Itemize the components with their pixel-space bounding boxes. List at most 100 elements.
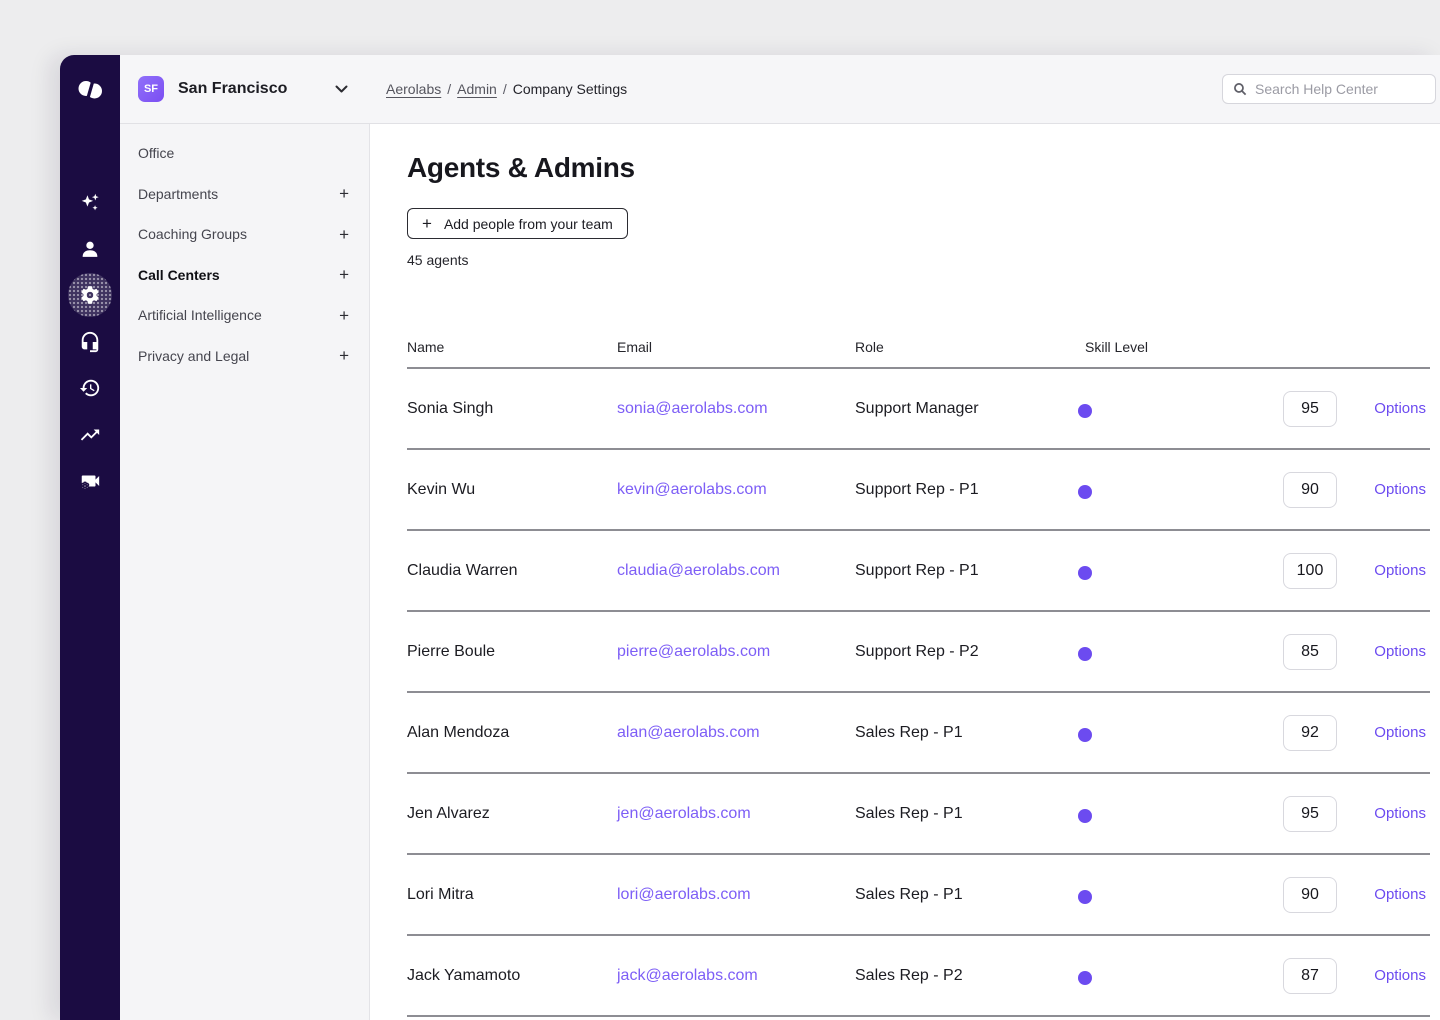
sparkles-icon — [79, 191, 101, 213]
skill-value-field[interactable]: 95 — [1283, 391, 1337, 427]
help-search-box[interactable] — [1222, 74, 1436, 104]
agent-role: Sales Rep - P2 — [855, 967, 1085, 985]
agent-name: Jack Yamamoto — [407, 967, 617, 985]
sidebar-item-call-centers[interactable]: Call Centers + — [120, 255, 369, 296]
skill-value-field[interactable]: 90 — [1283, 877, 1337, 913]
sidebar-item-label: Artificial Intelligence — [138, 307, 262, 323]
column-header-email: Email — [617, 339, 855, 355]
skill-value-field[interactable]: 92 — [1283, 715, 1337, 751]
sidebar-item-artificial-intelligence[interactable]: Artificial Intelligence + — [120, 295, 369, 336]
slider-thumb[interactable] — [1078, 566, 1092, 580]
agent-name: Lori Mitra — [407, 886, 617, 904]
agent-email-link[interactable]: sonia@aerolabs.com — [617, 400, 855, 418]
options-link[interactable]: Options — [1374, 886, 1426, 903]
icon-rail — [60, 55, 120, 1020]
rail-item-history[interactable] — [60, 365, 120, 412]
rail-item-ai[interactable] — [60, 179, 120, 226]
agent-email-link[interactable]: pierre@aerolabs.com — [617, 643, 855, 661]
rail-item-meetings[interactable] — [60, 458, 120, 505]
sidebar-item-privacy-and-legal[interactable]: Privacy and Legal + — [120, 336, 369, 377]
column-header-role: Role — [855, 339, 1085, 355]
expand-plus-icon[interactable]: + — [339, 226, 349, 243]
slider-thumb[interactable] — [1078, 404, 1092, 418]
skill-value-field[interactable]: 85 — [1283, 634, 1337, 670]
agent-role: Sales Rep - P1 — [855, 886, 1085, 904]
slider-thumb[interactable] — [1078, 809, 1092, 823]
breadcrumb-separator: / — [447, 81, 451, 97]
breadcrumb-current: Company Settings — [513, 81, 627, 97]
gear-icon — [79, 284, 101, 306]
expand-plus-icon[interactable]: + — [339, 347, 349, 364]
skill-value-field[interactable]: 87 — [1283, 958, 1337, 994]
agent-name: Jen Alvarez — [407, 805, 617, 823]
skill-value-field[interactable]: 90 — [1283, 472, 1337, 508]
agent-table-row: Sonia Singh sonia@aerolabs.com Support M… — [407, 369, 1430, 450]
page-title: Agents & Admins — [407, 152, 1430, 184]
table-header-row: Name Email Role Skill Level — [407, 327, 1430, 369]
help-search-input[interactable] — [1255, 81, 1436, 97]
skill-value-field[interactable]: 100 — [1283, 553, 1337, 589]
agent-email-link[interactable]: alan@aerolabs.com — [617, 724, 855, 742]
chevron-down-icon — [335, 85, 348, 94]
sidebar-item-coaching-groups[interactable]: Coaching Groups + — [120, 214, 369, 255]
plus-icon: + — [422, 215, 432, 232]
agent-table-row: Alan Mendoza alan@aerolabs.com Sales Rep… — [407, 693, 1430, 774]
dialpad-logo-icon — [74, 77, 106, 103]
slider-thumb[interactable] — [1078, 728, 1092, 742]
breadcrumb-link-aerolabs[interactable]: Aerolabs — [386, 81, 441, 97]
slider-thumb[interactable] — [1078, 485, 1092, 499]
options-link[interactable]: Options — [1374, 643, 1426, 660]
slider-thumb[interactable] — [1078, 647, 1092, 661]
rail-item-support[interactable] — [60, 319, 120, 366]
agent-name: Claudia Warren — [407, 562, 617, 580]
options-link[interactable]: Options — [1374, 562, 1426, 579]
agent-name: Alan Mendoza — [407, 724, 617, 742]
agent-email-link[interactable]: kevin@aerolabs.com — [617, 481, 855, 499]
options-link[interactable]: Options — [1374, 400, 1426, 417]
agent-name: Kevin Wu — [407, 481, 617, 499]
trending-up-icon — [79, 424, 101, 446]
top-bar: SF San Francisco Aerolabs/Admin/Company … — [120, 55, 1440, 124]
options-link[interactable]: Options — [1374, 724, 1426, 741]
agent-table-row: Kevin Wu kevin@aerolabs.com Support Rep … — [407, 450, 1430, 531]
agent-role: Sales Rep - P1 — [855, 805, 1085, 823]
agent-table-row: Jen Alvarez jen@aerolabs.com Sales Rep -… — [407, 774, 1430, 855]
agent-name: Pierre Boule — [407, 643, 617, 661]
agent-email-link[interactable]: lori@aerolabs.com — [617, 886, 855, 904]
sidebar-item-label: Office — [138, 145, 174, 161]
add-people-button-label: Add people from your team — [444, 216, 613, 232]
agent-email-link[interactable]: jack@aerolabs.com — [617, 967, 855, 985]
agent-table-row: Jack Yamamoto jack@aerolabs.com Sales Re… — [407, 936, 1430, 1017]
agent-role: Support Rep - P1 — [855, 562, 1085, 580]
expand-plus-icon[interactable]: + — [339, 185, 349, 202]
sidebar-item-label: Departments — [138, 186, 218, 202]
sidebar-item-departments[interactable]: Departments + — [120, 174, 369, 215]
agent-email-link[interactable]: claudia@aerolabs.com — [617, 562, 855, 580]
skill-value-field[interactable]: 95 — [1283, 796, 1337, 832]
slider-thumb[interactable] — [1078, 971, 1092, 985]
add-people-button[interactable]: + Add people from your team — [407, 208, 628, 239]
rail-item-settings[interactable] — [60, 272, 120, 319]
rail-item-analytics[interactable] — [60, 412, 120, 459]
rail-item-contacts[interactable] — [60, 226, 120, 273]
options-link[interactable]: Options — [1374, 481, 1426, 498]
table-body: Sonia Singh sonia@aerolabs.com Support M… — [407, 369, 1430, 1017]
sidebar-item-label: Coaching Groups — [138, 226, 247, 242]
sidebar-item-office[interactable]: Office + — [120, 133, 369, 174]
expand-plus-icon[interactable]: + — [339, 307, 349, 324]
location-avatar: SF — [138, 76, 164, 102]
expand-plus-icon[interactable]: + — [339, 266, 349, 283]
agent-email-link[interactable]: jen@aerolabs.com — [617, 805, 855, 823]
headset-icon — [79, 331, 101, 353]
options-link[interactable]: Options — [1374, 805, 1426, 822]
search-icon — [1233, 82, 1247, 96]
breadcrumb-link-admin[interactable]: Admin — [457, 81, 497, 97]
app-window: SF San Francisco Aerolabs/Admin/Company … — [60, 55, 1440, 1020]
history-clock-icon — [79, 377, 101, 399]
app-logo[interactable] — [60, 77, 120, 103]
settings-sidebar: Office + Departments + Coaching Groups +… — [120, 124, 370, 1020]
options-link[interactable]: Options — [1374, 967, 1426, 984]
location-selector[interactable]: SF San Francisco — [120, 55, 370, 123]
slider-thumb[interactable] — [1078, 890, 1092, 904]
agent-table-row: Claudia Warren claudia@aerolabs.com Supp… — [407, 531, 1430, 612]
